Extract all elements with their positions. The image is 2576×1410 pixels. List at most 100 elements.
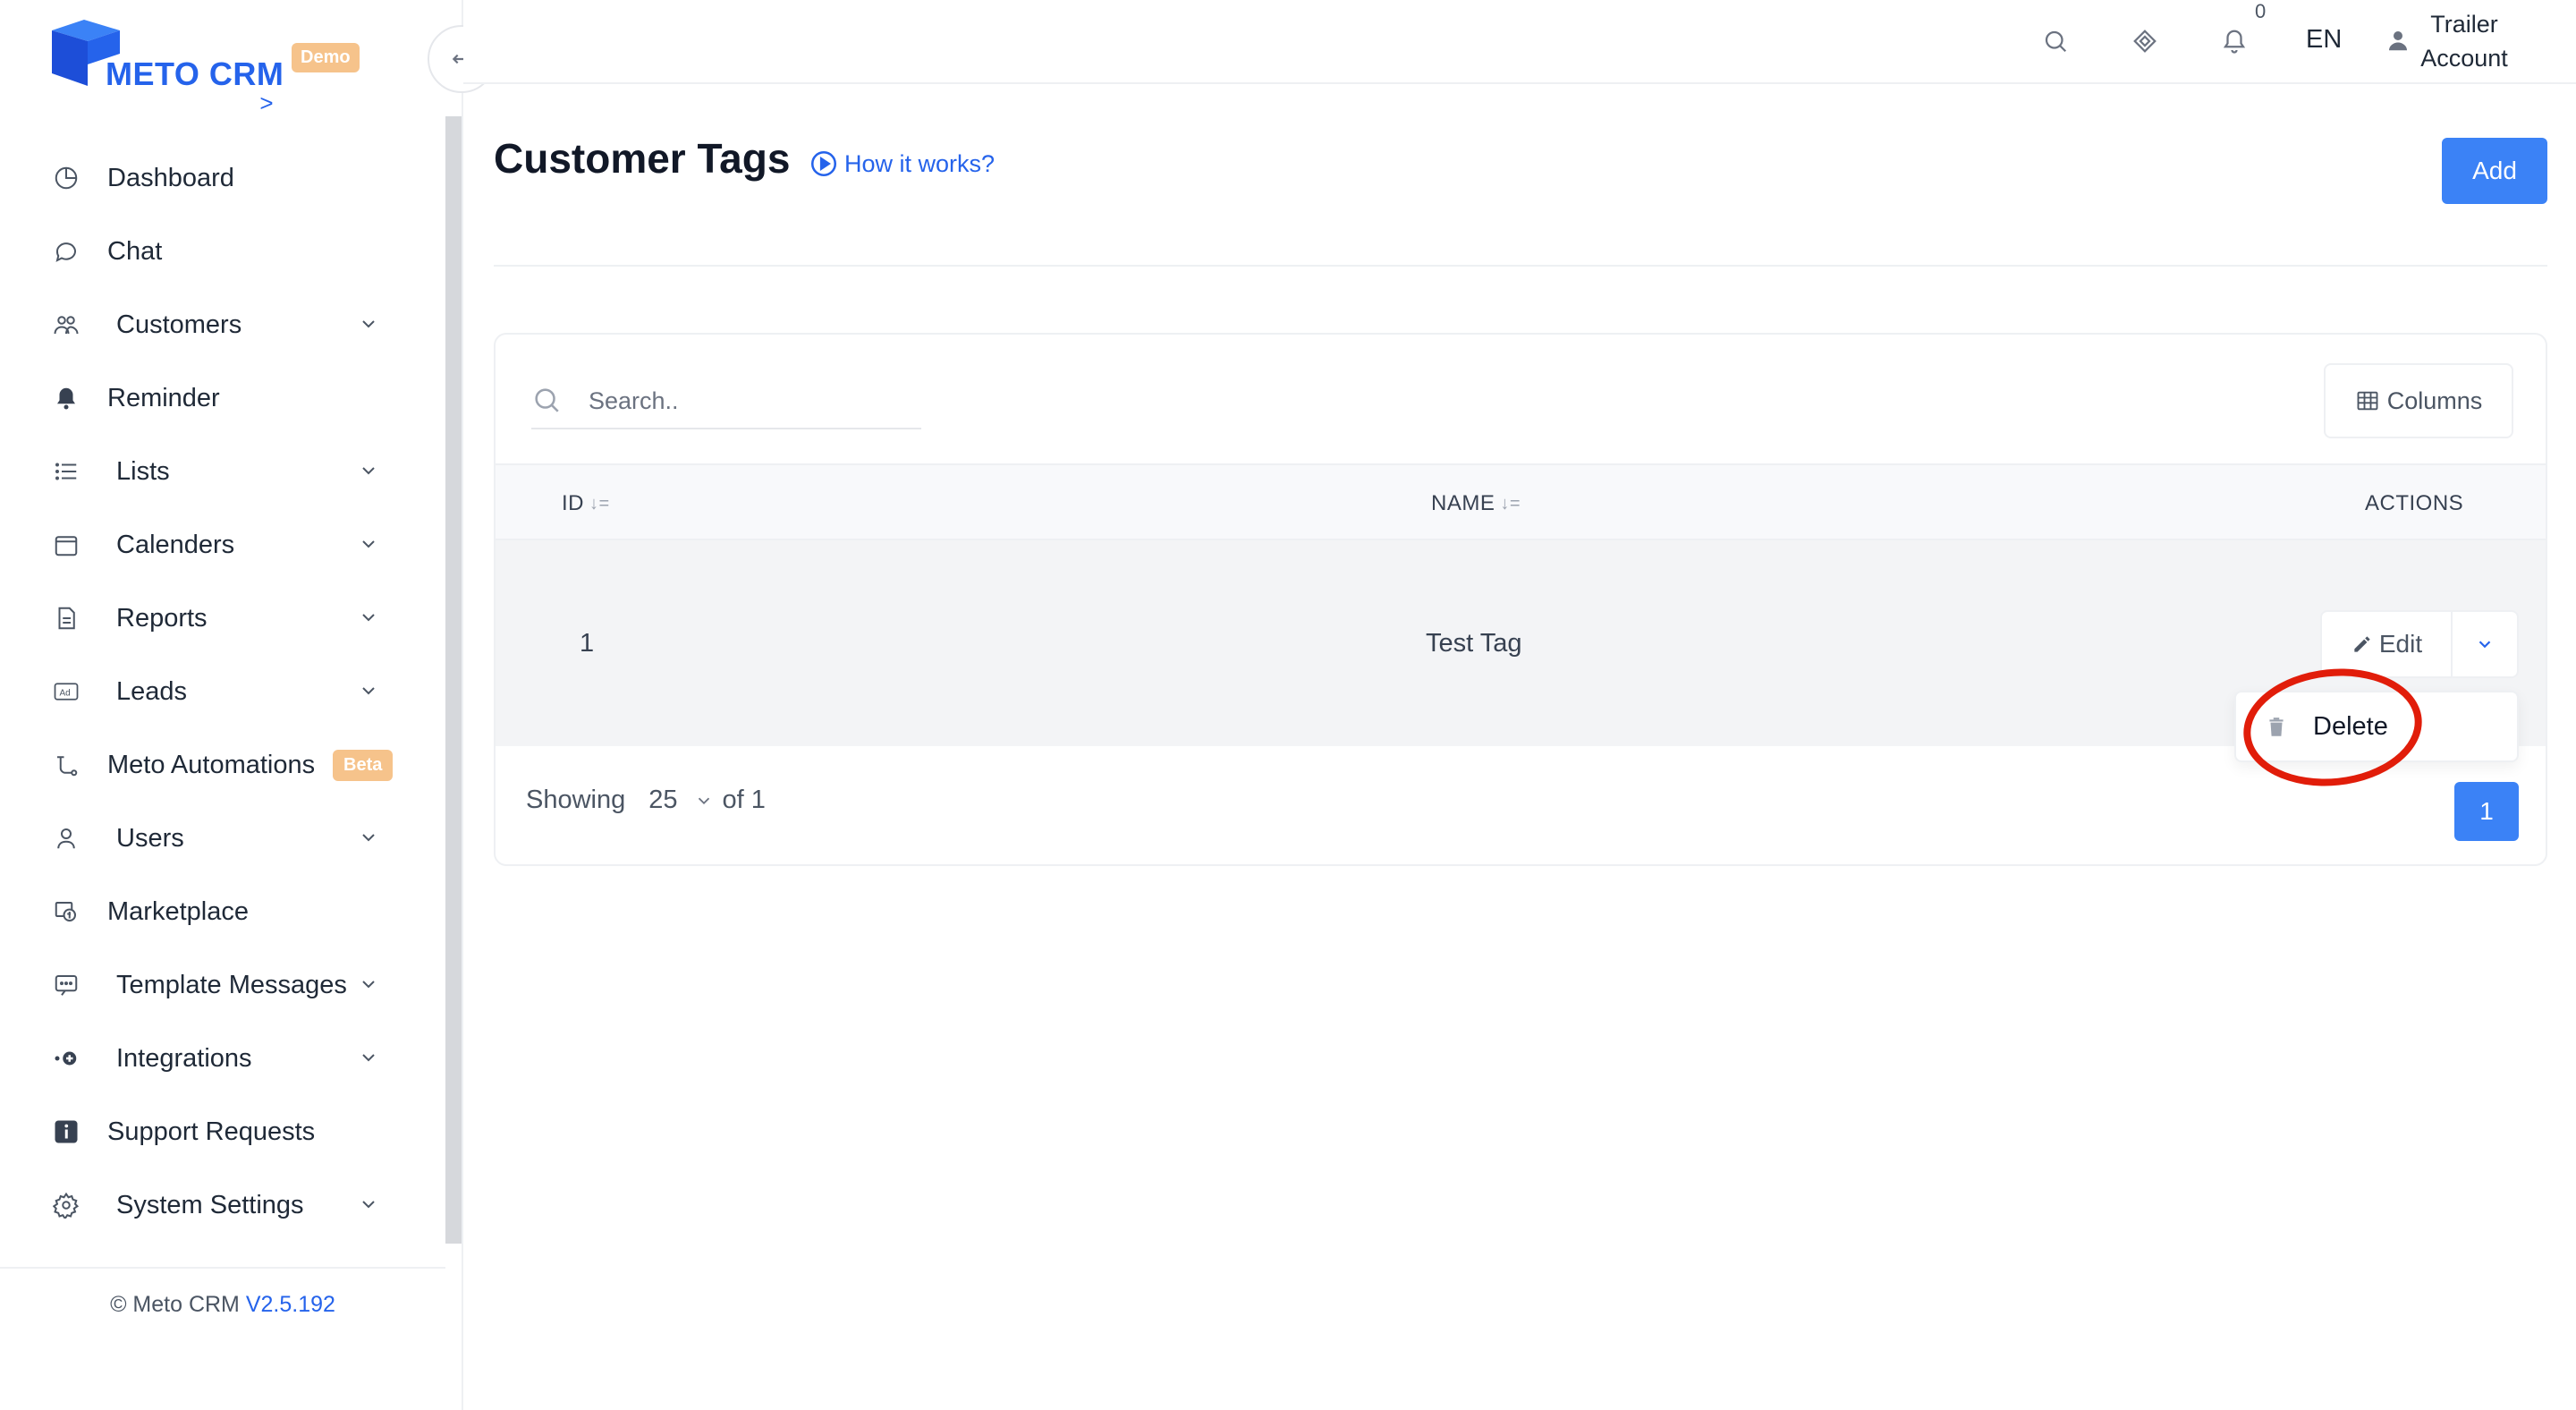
add-button[interactable]: Add xyxy=(2442,138,2547,204)
header-id-label: ID xyxy=(562,491,584,515)
user-account-icon[interactable] xyxy=(2385,27,2411,54)
sidebar-nav: Dashboard Chat Customers Reminder Lists … xyxy=(0,141,444,1242)
delete-label: Delete xyxy=(2313,712,2388,741)
info-icon xyxy=(52,1117,80,1146)
page-count-label: of 1 xyxy=(722,786,766,814)
marketplace-icon xyxy=(52,897,80,926)
chevron-down-icon[interactable] xyxy=(694,791,714,811)
language-selector[interactable]: EN xyxy=(2306,25,2342,55)
chevron-down-icon[interactable] xyxy=(358,313,379,335)
sidebar-item-label: Calenders xyxy=(116,530,235,559)
chevron-down-icon[interactable] xyxy=(358,1193,379,1215)
header-name-label: NAME xyxy=(1431,491,1496,515)
beta-badge: Beta xyxy=(333,749,394,781)
columns-label: Columns xyxy=(2386,386,2483,414)
sidebar-item-chat[interactable]: Chat xyxy=(0,215,444,288)
chevron-down-icon[interactable] xyxy=(358,1047,379,1068)
sidebar-item-label: Customers xyxy=(116,310,242,339)
flow-icon xyxy=(52,751,80,779)
table-header: ID ↓= NAME ↓= ACTIONS xyxy=(496,463,2546,540)
sidebar-item-calenders[interactable]: Calenders xyxy=(0,508,444,582)
columns-button[interactable]: Columns xyxy=(2324,363,2513,438)
notification-count: 0 xyxy=(2255,0,2267,22)
sidebar-item-leads[interactable]: Ad Leads xyxy=(0,655,444,728)
page-button-1[interactable]: 1 xyxy=(2454,782,2519,841)
actions-dropdown-toggle[interactable] xyxy=(2453,612,2517,676)
table-grid-icon xyxy=(2357,391,2378,411)
sidebar-item-label: System Settings xyxy=(116,1190,304,1219)
sidebar-scrollbar[interactable] xyxy=(445,116,462,1244)
user-account-name[interactable]: Trailer Account xyxy=(2415,7,2513,75)
header-name[interactable]: NAME ↓= xyxy=(1431,465,1521,542)
pie-chart-icon xyxy=(52,164,80,192)
how-it-works-link[interactable]: How it works? xyxy=(809,149,995,179)
page-title: Customer Tags xyxy=(494,135,791,182)
chevron-down-icon[interactable] xyxy=(358,680,379,701)
sidebar-item-label: Leads xyxy=(116,676,188,706)
sidebar-item-label: Marketplace xyxy=(107,896,249,926)
header-id[interactable]: ID ↓= xyxy=(562,465,610,542)
table-search xyxy=(531,376,921,429)
chevron-down-icon xyxy=(2479,641,2491,649)
user-name-line1: Trailer xyxy=(2430,11,2498,38)
user-name-line2: Account xyxy=(2420,45,2508,72)
page-size-select[interactable]: 25 xyxy=(648,786,677,815)
delete-menu-item[interactable]: Delete xyxy=(2236,692,2470,769)
sidebar-item-meto-automations[interactable]: Meto Automations Beta xyxy=(0,728,444,802)
document-icon xyxy=(52,604,80,633)
play-circle-icon xyxy=(810,150,837,177)
plug-icon xyxy=(52,1044,80,1073)
sidebar-item-label: Template Messages xyxy=(116,970,347,999)
sidebar-item-template-messages[interactable]: Template Messages xyxy=(0,948,444,1022)
chevron-down-icon[interactable] xyxy=(358,607,379,628)
sidebar-item-reports[interactable]: Reports xyxy=(0,582,444,655)
sidebar-item-label: Lists xyxy=(116,456,170,486)
sidebar-item-customers[interactable]: Customers xyxy=(0,288,444,361)
sidebar-item-label: Reports xyxy=(116,603,208,633)
bell-icon xyxy=(52,384,80,412)
sidebar: METO CRM Demo Dashboard Chat Customers R… xyxy=(0,0,463,1410)
how-it-works-label: How it works? xyxy=(844,149,996,177)
version-link[interactable]: V2.5.192 xyxy=(246,1292,335,1317)
row-actions: Edit xyxy=(2320,610,2519,678)
demo-badge: Demo xyxy=(292,43,360,72)
expand-arrow[interactable]: > xyxy=(0,89,533,117)
sidebar-item-integrations[interactable]: Integrations xyxy=(0,1022,444,1095)
sidebar-item-marketplace[interactable]: Marketplace xyxy=(0,875,444,948)
pagination-info: Showing 25 of 1 xyxy=(526,786,766,815)
list-icon xyxy=(52,457,80,486)
edit-button[interactable]: Edit xyxy=(2322,612,2453,676)
divider xyxy=(494,265,2547,267)
brand-logo[interactable]: METO CRM Demo xyxy=(48,18,370,92)
chevron-down-icon[interactable] xyxy=(358,827,379,848)
sidebar-item-support-requests[interactable]: Support Requests xyxy=(0,1095,444,1168)
search-input[interactable] xyxy=(589,381,911,420)
sidebar-item-lists[interactable]: Lists xyxy=(0,435,444,508)
sidebar-item-label: Support Requests xyxy=(107,1117,316,1146)
footer-copyright: © Meto CRM V2.5.192 xyxy=(0,1292,445,1318)
notification-bell-icon[interactable] xyxy=(2218,25,2250,57)
sidebar-item-system-settings[interactable]: System Settings xyxy=(0,1168,444,1242)
sidebar-item-label: Meto Automations xyxy=(107,750,316,779)
cell-id: 1 xyxy=(580,628,595,658)
sidebar-item-label: Users xyxy=(116,823,184,853)
chevron-down-icon[interactable] xyxy=(358,533,379,555)
showing-label: Showing xyxy=(526,786,626,814)
sort-icon: ↓= xyxy=(589,493,610,514)
chevron-down-icon[interactable] xyxy=(358,460,379,481)
sidebar-item-dashboard[interactable]: Dashboard xyxy=(0,141,444,215)
sidebar-footer: © Meto CRM V2.5.192 xyxy=(0,1267,445,1410)
diamond-icon[interactable] xyxy=(2129,25,2161,57)
header-actions-label: ACTIONS xyxy=(2365,491,2464,515)
svg-text:Ad: Ad xyxy=(60,688,71,698)
sidebar-item-reminder[interactable]: Reminder xyxy=(0,361,444,435)
cell-name: Test Tag xyxy=(1426,628,1522,658)
sort-icon: ↓= xyxy=(1500,493,1521,514)
search-icon[interactable] xyxy=(2039,25,2072,57)
copyright-text: © Meto CRM xyxy=(110,1292,240,1317)
search-icon xyxy=(535,388,559,412)
sidebar-item-users[interactable]: Users xyxy=(0,802,444,875)
gear-icon xyxy=(52,1191,80,1219)
chevron-down-icon[interactable] xyxy=(358,973,379,995)
pencil-icon xyxy=(2354,636,2370,652)
